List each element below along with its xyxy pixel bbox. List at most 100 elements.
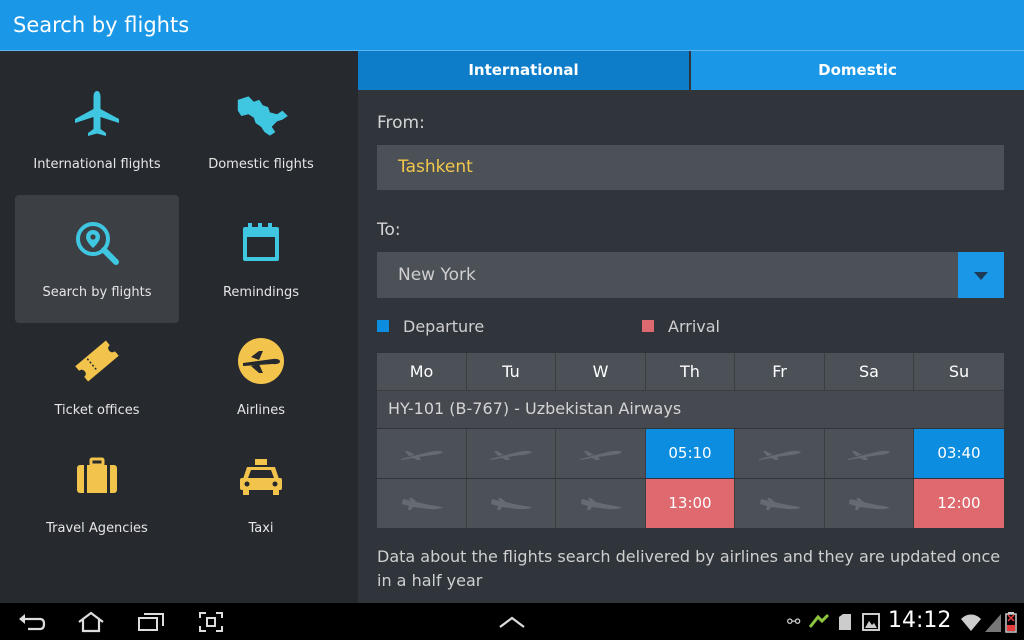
departure-cell-su[interactable]: 03:40 [914, 429, 1004, 478]
day-header-sa: Sa [825, 353, 914, 390]
legend-departure: Departure [377, 317, 484, 336]
to-label: To: [377, 220, 401, 240]
departure-time: 05:10 [668, 444, 712, 462]
departure-cell-th[interactable]: 05:10 [646, 429, 735, 478]
sidebar-item-airlines[interactable]: Airlines [179, 313, 343, 441]
plane-departure-icon [490, 450, 532, 460]
screenshot-icon[interactable] [198, 611, 224, 633]
schedule-table: Mo Tu W Th Fr Sa Su HY-101 (B-767) - Uzb… [377, 353, 1004, 528]
back-icon[interactable] [18, 613, 46, 631]
departure-cell-mo [377, 429, 467, 478]
departure-row: 05:10 03:40 [377, 428, 1004, 478]
from-field[interactable]: Tashkent [377, 145, 1004, 190]
home-icon[interactable] [76, 611, 106, 633]
day-header-th: Th [646, 353, 735, 390]
suitcase-icon [77, 457, 117, 493]
departure-cell-w [556, 429, 646, 478]
plane-departure-icon [579, 450, 622, 460]
main-panel: International Domestic From: Tashkent To… [358, 51, 1024, 603]
plane-arrival-icon [849, 497, 890, 510]
ticket-icon [75, 340, 119, 382]
day-header-w: W [556, 353, 646, 390]
sidebar-item-taxi[interactable]: Taxi [179, 431, 343, 559]
status-clock: 14:12 [888, 608, 952, 633]
from-value: Tashkent [398, 157, 473, 177]
arrival-cell-w [556, 479, 646, 528]
arrival-time: 12:00 [937, 494, 981, 512]
route-label: HY-101 (B-767) - Uzbekistan Airways [388, 399, 682, 418]
sidebar-item-ticket-offices[interactable]: Ticket offices [15, 313, 179, 441]
action-bar: Search by flights [0, 0, 1024, 51]
sidebar-item-domestic-flights[interactable]: Domestic flights [179, 67, 343, 195]
airplane-icon [75, 91, 119, 136]
usb-icon: ⚯ [787, 612, 801, 631]
arrival-time: 13:00 [668, 494, 712, 512]
route-row: HY-101 (B-767) - Uzbekistan Airways [377, 390, 1004, 428]
arrival-swatch [642, 319, 654, 332]
airline-logo-icon [238, 338, 284, 384]
legend-arrival: Arrival [642, 317, 720, 336]
arrival-cell-sa [825, 479, 914, 528]
plane-arrival-icon [401, 497, 443, 510]
day-header-fr: Fr [735, 353, 825, 390]
to-dropdown-button[interactable] [958, 252, 1004, 298]
sidebar: International flights Domestic flights S… [0, 51, 358, 603]
arrival-cell-mo [377, 479, 467, 528]
departure-time: 03:40 [937, 444, 981, 462]
search-location-icon [76, 222, 119, 265]
tab-bar: International Domestic [358, 51, 1024, 90]
recent-apps-icon[interactable] [137, 612, 165, 632]
chevron-up-icon[interactable] [498, 615, 526, 629]
sync-icon [808, 613, 830, 628]
arrival-row: 13:00 12:00 [377, 478, 1004, 528]
plane-departure-icon [400, 450, 443, 460]
departure-cell-fr [735, 429, 825, 478]
plane-arrival-icon [759, 497, 801, 510]
legend-arrival-label: Arrival [668, 317, 720, 336]
day-header-tu: Tu [467, 353, 556, 390]
tab-domestic[interactable]: Domestic [691, 51, 1024, 90]
tab-international[interactable]: International [358, 51, 689, 90]
uzbekistan-map-icon [237, 96, 288, 136]
image-icon [862, 613, 880, 631]
arrival-cell-tu [467, 479, 556, 528]
plane-departure-icon [848, 450, 890, 460]
departure-cell-tu [467, 429, 556, 478]
arrival-cell-fr [735, 479, 825, 528]
sidebar-item-travel-agencies[interactable]: Travel Agencies [15, 431, 179, 559]
days-header-row: Mo Tu W Th Fr Sa Su [377, 353, 1004, 390]
plane-departure-icon [758, 450, 801, 460]
sidebar-item-label: International flights [33, 157, 161, 172]
sidebar-item-label: Travel Agencies [46, 521, 148, 536]
to-select[interactable]: New York [377, 252, 1004, 298]
sidebar-item-label: Taxi [248, 521, 274, 536]
departure-swatch [377, 319, 389, 332]
battery-icon [1005, 612, 1017, 633]
calendar-icon [243, 223, 279, 261]
sidebar-item-label: Airlines [236, 403, 286, 418]
arrival-cell-su[interactable]: 12:00 [914, 479, 1004, 528]
arrival-cell-th[interactable]: 13:00 [646, 479, 735, 528]
chevron-down-icon [974, 272, 988, 280]
page-title: Search by flights [13, 13, 190, 37]
day-header-mo: Mo [377, 353, 467, 390]
from-label: From: [377, 113, 425, 133]
wifi-icon [961, 614, 981, 631]
plane-arrival-icon [580, 497, 622, 510]
legend-departure-label: Departure [403, 317, 485, 336]
system-nav-bar: ⚯ 14:12 [0, 603, 1024, 640]
day-header-su: Su [948, 362, 970, 381]
signal-icon [985, 614, 1001, 632]
sidebar-item-international-flights[interactable]: International flights [15, 67, 179, 195]
plane-arrival-icon [491, 497, 532, 510]
info-note: Data about the flights search delivered … [377, 547, 1001, 590]
sidebar-item-label: Remindings [222, 285, 300, 300]
taxi-icon [240, 459, 282, 495]
to-value: New York [398, 265, 476, 285]
sidebar-item-label: Search by flights [42, 285, 152, 300]
sd-card-icon [839, 614, 851, 630]
sidebar-item-label: Ticket offices [54, 403, 140, 418]
departure-cell-sa [825, 429, 914, 478]
sidebar-item-search-by-flights[interactable]: Search by flights [15, 195, 179, 323]
sidebar-item-remindings[interactable]: Remindings [179, 195, 343, 323]
